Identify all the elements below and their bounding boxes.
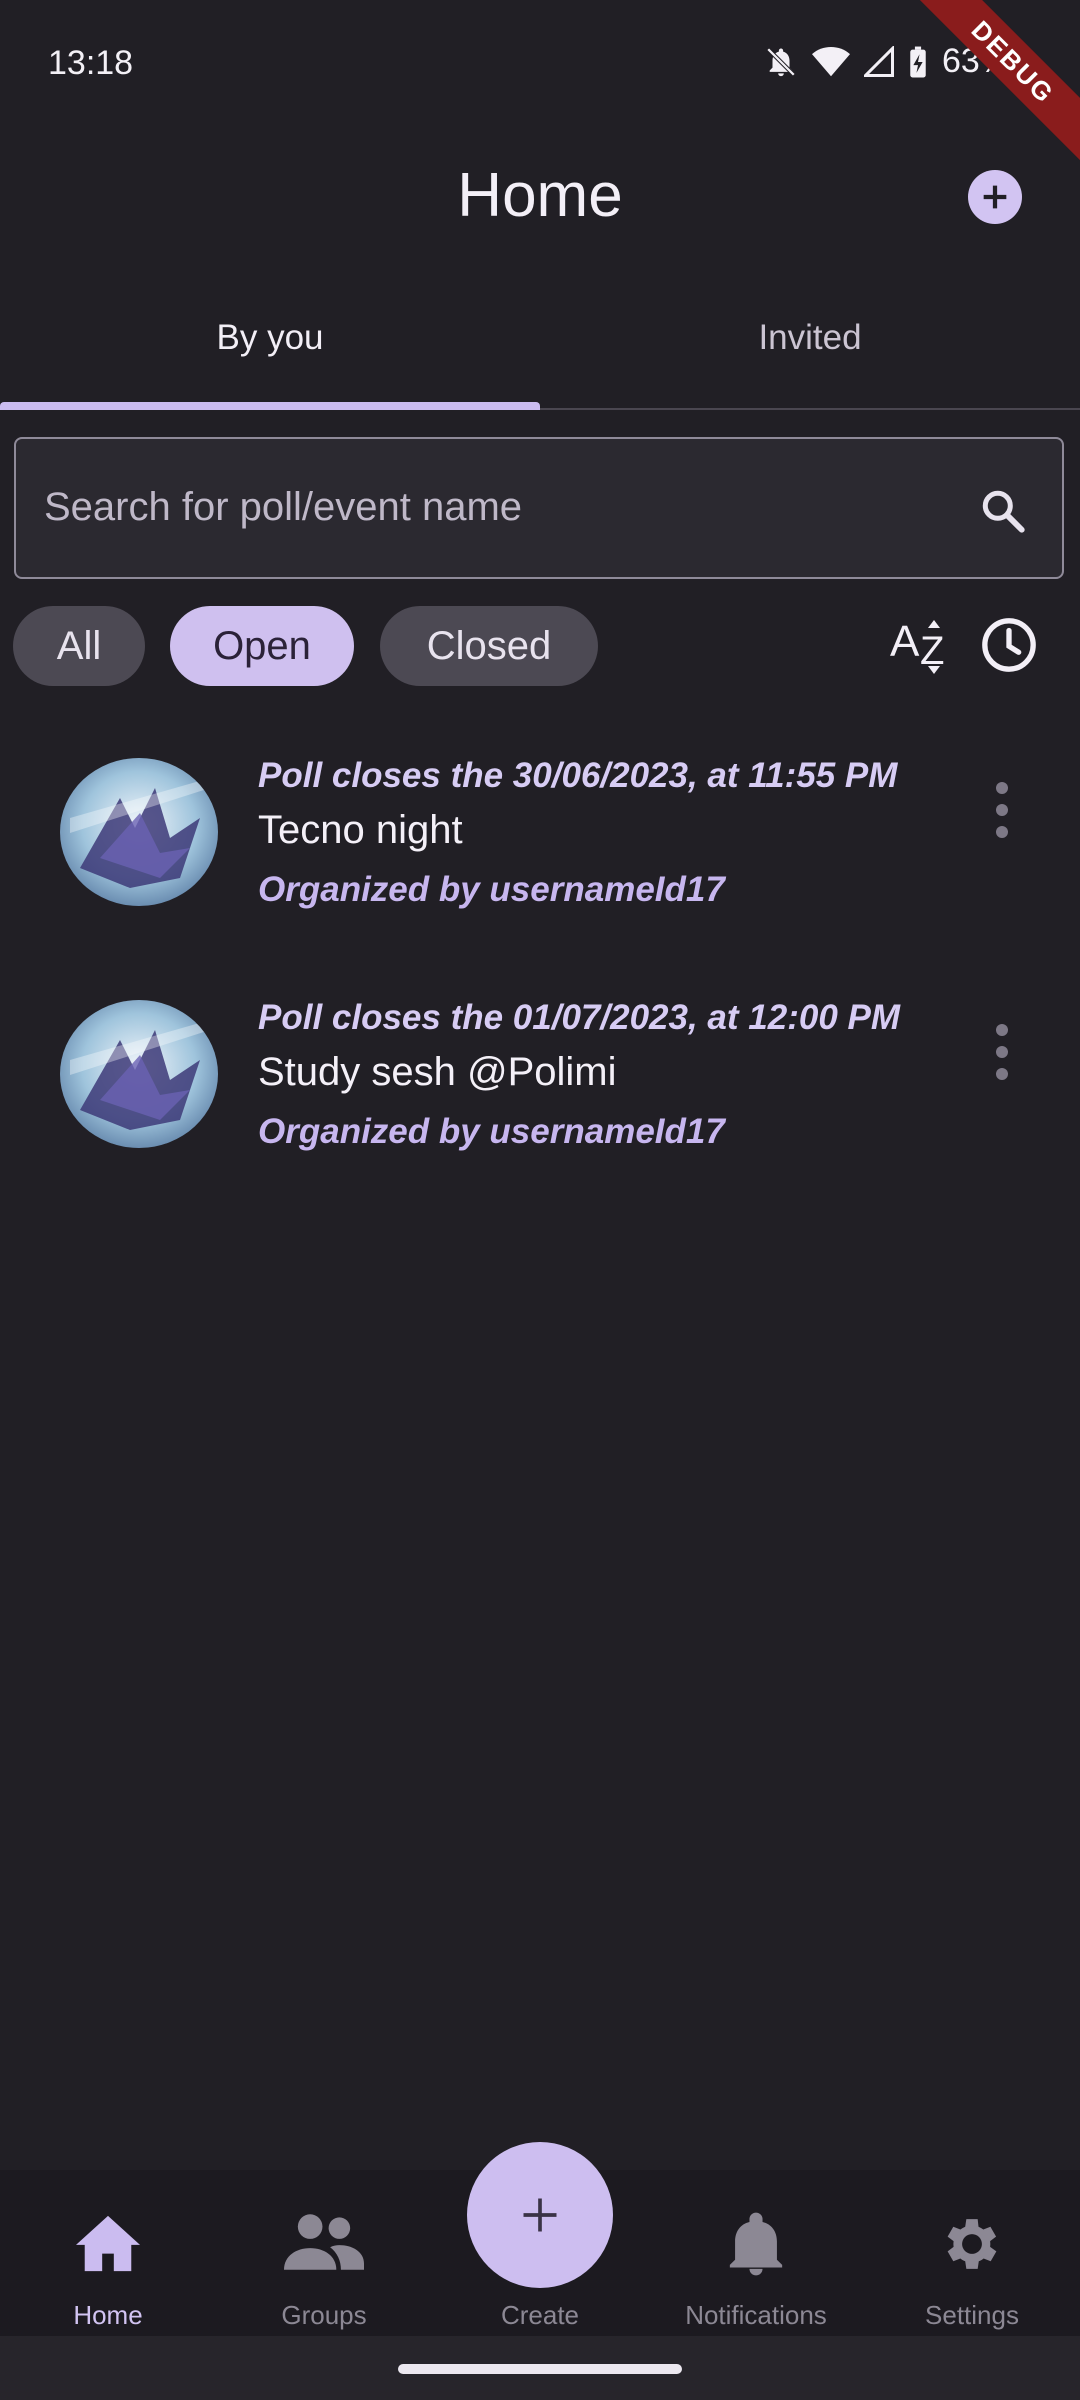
nav-label-home: Home bbox=[73, 2300, 143, 2330]
status-time: 13:18 bbox=[48, 44, 134, 82]
svg-text:A: A bbox=[890, 617, 920, 666]
nav-home[interactable] bbox=[0, 2210, 216, 2279]
nav-groups[interactable] bbox=[216, 2210, 432, 2279]
poll-organizer: Organized by usernameId17 bbox=[258, 1112, 725, 1151]
nav-label-settings: Settings bbox=[925, 2300, 1019, 2330]
cell-signal-icon bbox=[863, 45, 894, 77]
nav-notifications[interactable] bbox=[648, 2210, 864, 2283]
plus-icon bbox=[523, 2198, 557, 2232]
poll-organizer: Organized by usernameId17 bbox=[258, 870, 725, 909]
nav-label-create: Create bbox=[500, 2300, 580, 2330]
gesture-handle[interactable] bbox=[398, 2364, 682, 2374]
poll-close-date: Poll closes the 30/06/2023, at 11:55 PM bbox=[258, 756, 898, 795]
tab-indicator bbox=[0, 402, 540, 410]
search-icon[interactable] bbox=[978, 486, 1028, 536]
bell-icon bbox=[729, 2212, 783, 2276]
poll-title: Tecno night bbox=[258, 808, 463, 852]
filter-chip-open[interactable]: Open bbox=[170, 606, 354, 686]
list-item[interactable]: Poll closes the 30/06/2023, at 11:55 PM … bbox=[0, 740, 1080, 930]
add-button[interactable] bbox=[968, 170, 1022, 224]
sort-az-icon[interactable]: A Z bbox=[890, 612, 954, 682]
avatar bbox=[60, 1000, 218, 1148]
more-vert-icon[interactable] bbox=[977, 780, 1027, 840]
filter-chip-closed[interactable]: Closed bbox=[380, 606, 598, 686]
poll-close-date: Poll closes the 01/07/2023, at 12:00 PM bbox=[258, 998, 901, 1037]
plus-icon bbox=[983, 185, 1007, 209]
gear-icon bbox=[947, 2219, 997, 2269]
page-title: Home bbox=[457, 161, 623, 230]
notifications-off-icon bbox=[766, 47, 796, 76]
groups-icon bbox=[284, 2214, 364, 2270]
wifi-icon bbox=[811, 46, 850, 76]
list-item[interactable]: Poll closes the 01/07/2023, at 12:00 PM … bbox=[0, 982, 1080, 1172]
nav-label-notifications: Notifications bbox=[685, 2300, 827, 2330]
debug-banner: DEBUG bbox=[894, 0, 1080, 181]
nav-settings[interactable] bbox=[864, 2210, 1080, 2283]
avatar bbox=[60, 758, 218, 906]
filter-chip-all[interactable]: All bbox=[13, 606, 145, 686]
tab-by-you[interactable]: By you bbox=[0, 318, 540, 358]
tab-invited[interactable]: Invited bbox=[540, 318, 1080, 358]
search-placeholder: Search for poll/event name bbox=[44, 485, 523, 529]
battery-charging-icon bbox=[910, 46, 926, 77]
nav-label-groups: Groups bbox=[281, 2300, 367, 2330]
home-icon bbox=[76, 2215, 140, 2272]
poll-title: Study sesh @Polimi bbox=[258, 1050, 617, 1094]
more-vert-icon[interactable] bbox=[977, 1022, 1027, 1082]
create-button[interactable] bbox=[467, 2142, 613, 2288]
clock-icon[interactable] bbox=[980, 616, 1038, 674]
